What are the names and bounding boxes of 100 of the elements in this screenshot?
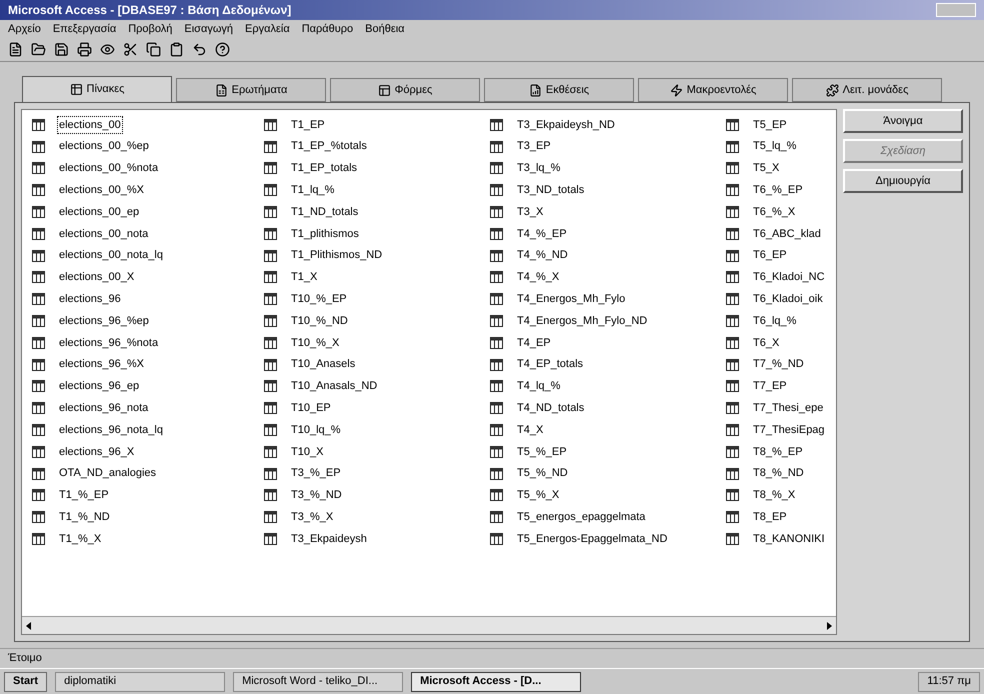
table-list-item[interactable]: T1_ND_totals	[289, 202, 360, 222]
horizontal-scrollbar[interactable]	[22, 616, 836, 634]
table-list-item[interactable]: elections_96_X	[57, 442, 136, 462]
table-list-item[interactable]: T8_KANONIKI	[751, 530, 827, 548]
printer-icon[interactable]	[77, 42, 92, 57]
table-list-item[interactable]: T6_ABC_klad	[751, 224, 823, 244]
table-list-item[interactable]: T3_Ekpaideysh	[289, 530, 369, 548]
menu-item[interactable]: Επεξεργασία	[52, 20, 116, 38]
table-list-item[interactable]: T4_%_X	[515, 268, 562, 287]
table-list-item[interactable]: T8_%_ND	[751, 464, 806, 483]
table-list-item[interactable]: T3_lq_%	[515, 159, 562, 178]
action-button[interactable]: Άνοιγμα	[843, 109, 963, 133]
table-list-item[interactable]: elections_00_nota	[57, 224, 150, 244]
table-list-item[interactable]: elections_00	[57, 116, 123, 134]
table-list-item[interactable]: elections_00_nota_lq	[57, 246, 165, 265]
table-list-item[interactable]: T1_%_X	[57, 530, 104, 548]
table-list-item[interactable]: T6_Kladoi_oik	[751, 290, 825, 309]
table-list-item[interactable]: T6_lq_%	[751, 312, 798, 330]
table-list-item[interactable]: T5_energos_epaggelmata	[515, 508, 648, 526]
table-list-item[interactable]: T6_X	[751, 334, 782, 352]
copy-icon[interactable]	[146, 42, 161, 57]
table-list-item[interactable]: T4_X	[515, 420, 546, 440]
menu-item[interactable]: Αρχείο	[8, 20, 41, 38]
table-list-item[interactable]: T4_Energos_Mh_Fylo_ND	[515, 312, 650, 330]
menu-item[interactable]: Εργαλεία	[245, 20, 290, 38]
tab[interactable]: Πίνακες	[22, 76, 172, 102]
table-list-item[interactable]: T3_%_EP	[289, 464, 343, 483]
menu-item[interactable]: Εισαγωγή	[184, 20, 234, 38]
table-list-item[interactable]: T8_%_X	[751, 486, 798, 505]
table-list-item[interactable]: T1_%_EP	[57, 486, 111, 505]
table-list-item[interactable]: T10_%_EP	[289, 290, 349, 309]
table-list-item[interactable]: T7_ThesiEpag	[751, 420, 827, 440]
clipboard-icon[interactable]	[169, 42, 184, 57]
table-list-item[interactable]: T10_Anasals_ND	[289, 377, 380, 396]
table-list-item[interactable]: T4_Energos_Mh_Fylo	[515, 290, 628, 309]
table-list-item[interactable]: T1_EP	[289, 116, 327, 134]
table-list-item[interactable]: elections_96_nota_lq	[57, 420, 165, 440]
scissors-icon[interactable]	[123, 42, 138, 57]
undo-icon[interactable]	[192, 42, 207, 57]
table-list-item[interactable]: T5_EP	[751, 116, 789, 134]
start-button[interactable]: Start	[4, 672, 48, 692]
table-list-item[interactable]: T10_%_X	[289, 334, 342, 352]
table-list-item[interactable]: T5_%_ND	[515, 464, 570, 483]
open-folder-icon[interactable]	[31, 42, 46, 57]
table-list-item[interactable]: elections_00_X	[57, 268, 136, 287]
table-list-item[interactable]: T3_%_X	[289, 508, 336, 526]
table-list-item[interactable]: T3_X	[515, 202, 546, 222]
table-list-item[interactable]: OTA_ND_analogies	[57, 464, 158, 483]
table-list-item[interactable]: T3_EP	[515, 137, 553, 156]
table-list-item[interactable]: T6_Kladoi_NC	[751, 268, 827, 287]
table-list-item[interactable]: T7_Thesi_epe	[751, 399, 826, 418]
table-list-item[interactable]: T1_%_ND	[57, 508, 112, 526]
table-list-item[interactable]: elections_96_ep	[57, 377, 142, 396]
table-list-item[interactable]: T5_%_EP	[515, 442, 569, 462]
table-list-item[interactable]: T10_%_ND	[289, 312, 350, 330]
table-list-item[interactable]: elections_96	[57, 290, 123, 309]
table-list-item[interactable]: T4_%_EP	[515, 224, 569, 244]
tab[interactable]: Εκθέσεις	[484, 78, 634, 102]
tab[interactable]: Ερωτήματα	[176, 78, 326, 102]
table-list-item[interactable]: T8_%_EP	[751, 442, 805, 462]
table-list-item[interactable]: T10_X	[289, 442, 326, 462]
table-list-item[interactable]: T1_plithismos	[289, 224, 361, 244]
table-list-item[interactable]: T4_EP_totals	[515, 355, 586, 374]
eye-icon[interactable]	[100, 42, 115, 57]
table-list-item[interactable]: T8_EP	[751, 508, 789, 526]
table-list-item[interactable]: T5_Energos-Epaggelmata_ND	[515, 530, 670, 548]
table-list-item[interactable]: T1_X	[289, 268, 320, 287]
table-list-item[interactable]: T5_lq_%	[751, 137, 798, 156]
tab[interactable]: Λειτ. μονάδες	[792, 78, 942, 102]
scroll-left-icon[interactable]	[26, 622, 31, 630]
new-file-icon[interactable]	[8, 42, 23, 57]
table-list-item[interactable]: elections_00_%ep	[57, 137, 151, 156]
table-list-item[interactable]: T4_%_ND	[515, 246, 570, 265]
table-list-item[interactable]: T6_EP	[751, 246, 789, 265]
table-list-item[interactable]: T7_%_ND	[751, 355, 806, 374]
table-list-item[interactable]: T1_EP_%totals	[289, 137, 369, 156]
help-icon[interactable]	[215, 42, 230, 57]
table-list-item[interactable]: T1_lq_%	[289, 181, 336, 200]
tab[interactable]: Μακροεντολές	[638, 78, 788, 102]
table-list-item[interactable]: T3_ND_totals	[515, 181, 586, 200]
tab[interactable]: Φόρμες	[330, 78, 480, 102]
table-list-item[interactable]: elections_96_nota	[57, 399, 150, 418]
taskbar-button[interactable]: Microsoft Word - teliko_DI...	[233, 672, 404, 692]
table-list-item[interactable]: T6_%_EP	[751, 181, 805, 200]
table-list-item[interactable]: T1_Plithismos_ND	[289, 246, 384, 265]
taskbar-button[interactable]: Microsoft Access - [D...	[411, 672, 582, 692]
table-list-item[interactable]: elections_00_%nota	[57, 159, 160, 178]
table-list-item[interactable]: T1_EP_totals	[289, 159, 360, 178]
table-list-item[interactable]: T5_X	[751, 159, 782, 178]
table-list-item[interactable]: elections_00_%X	[57, 181, 146, 200]
table-list-item[interactable]: elections_96_%nota	[57, 334, 160, 352]
table-list-item[interactable]: T10_EP	[289, 399, 333, 418]
menu-item[interactable]: Παράθυρο	[302, 20, 354, 38]
table-list-item[interactable]: elections_00_ep	[57, 202, 142, 222]
table-list-item[interactable]: T10_Anasels	[289, 355, 358, 374]
menu-item[interactable]: Προβολή	[128, 20, 172, 38]
table-list-item[interactable]: T6_%_X	[751, 202, 798, 222]
table-list-item[interactable]: T4_lq_%	[515, 377, 562, 396]
table-list-item[interactable]: T3_%_ND	[289, 486, 344, 505]
action-button[interactable]: Δημιουργία	[843, 169, 963, 193]
